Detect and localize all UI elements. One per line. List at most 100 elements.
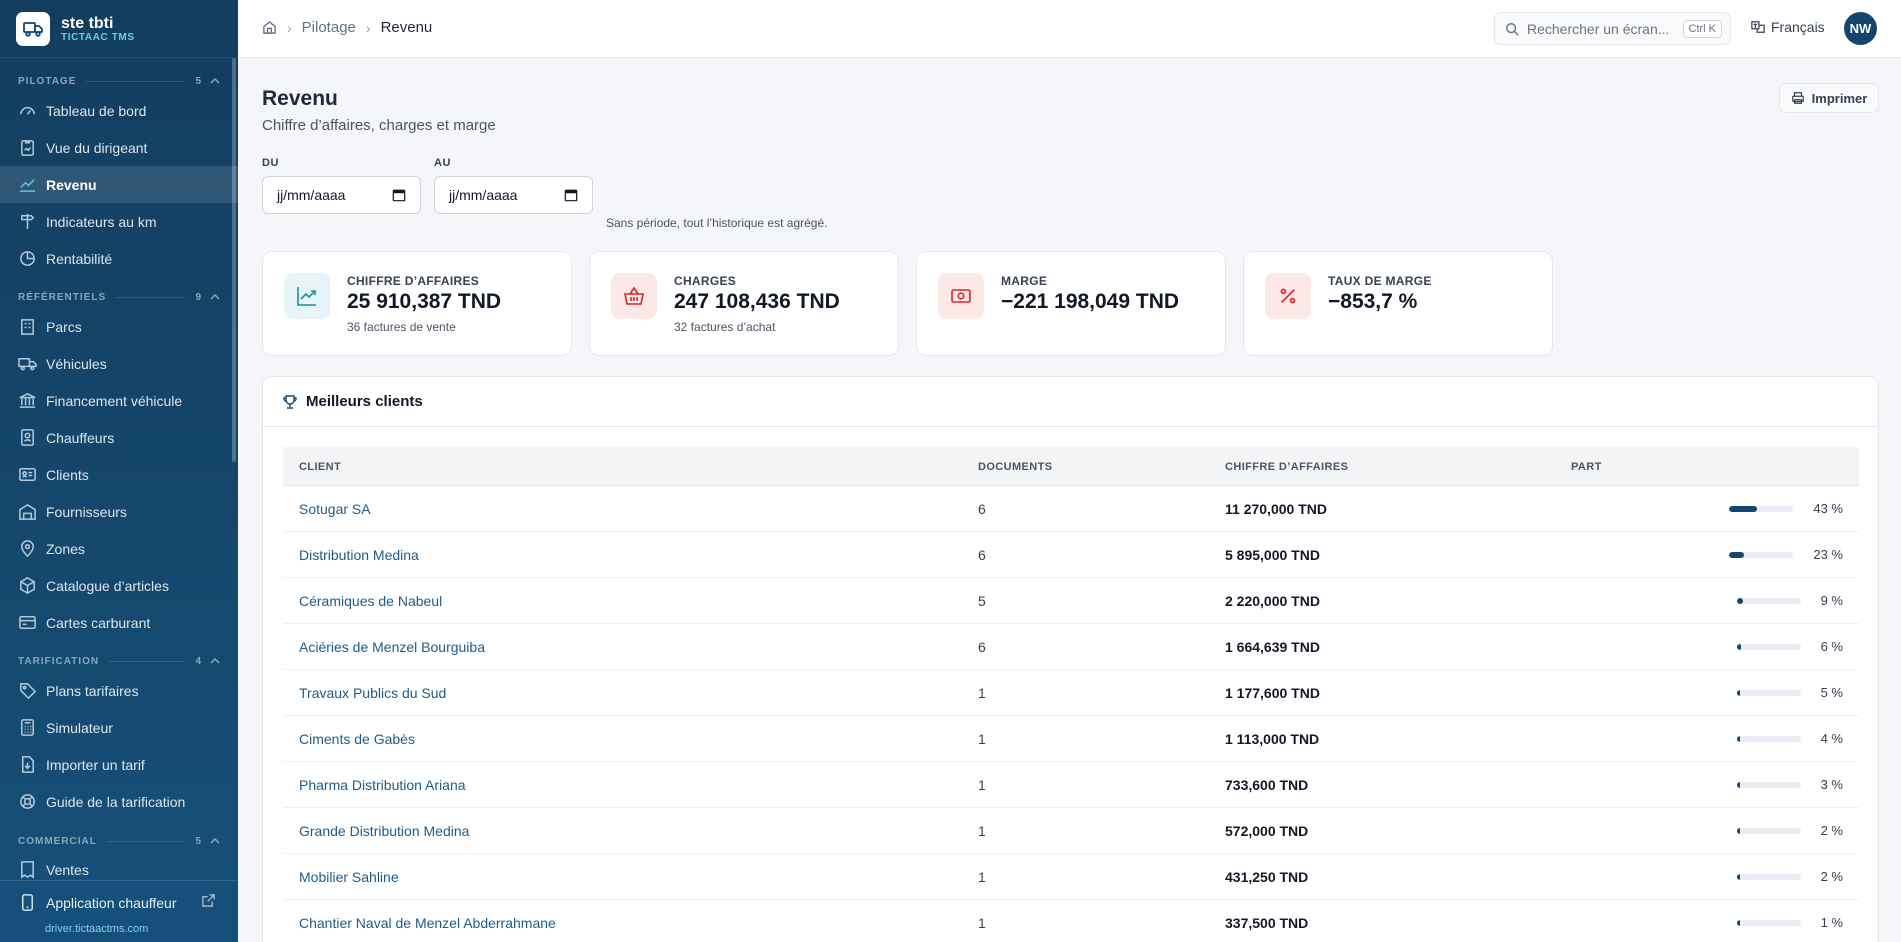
share-bar <box>1729 552 1793 558</box>
client-name-link[interactable]: Chantier Naval de Menzel Abderrahmane <box>299 915 556 931</box>
column-header-revenue[interactable]: CHIFFRE D’AFFAIRES <box>1225 461 1348 473</box>
date-from-value: jj/mm/aaaa <box>277 187 346 203</box>
brand-subtitle: TICTAAC TMS <box>61 31 135 43</box>
sidebar-item-financement-vehicule[interactable]: Financement véhicule <box>0 382 238 419</box>
share-bar <box>1729 506 1793 512</box>
client-name-link[interactable]: Travaux Publics du Sud <box>299 685 446 701</box>
sidebar-footer: Application chauffeur driver.tictaactms.… <box>0 880 238 942</box>
kpi-label: TAUX DE MARGE <box>1328 274 1432 288</box>
avatar[interactable]: NW <box>1844 12 1877 45</box>
sidebar-item-fournisseurs[interactable]: Fournisseurs <box>0 493 238 530</box>
sidebar-item-vehicules[interactable]: Véhicules <box>0 345 238 382</box>
date-to-input[interactable]: jj/mm/aaaa <box>434 176 593 214</box>
sidebar-item-cartes-carburant[interactable]: Cartes carburant <box>0 604 238 641</box>
language-switcher[interactable]: Français <box>1751 19 1825 35</box>
chart-up-icon <box>284 273 330 319</box>
kpi-value: 247 108,436 TND <box>674 290 840 313</box>
table-row[interactable]: Distribution Medina 6 5 895,000 TND 23 % <box>283 532 1859 578</box>
sidebar-item-clients[interactable]: Clients <box>0 456 238 493</box>
documents-count: 6 <box>978 639 986 655</box>
home-icon[interactable] <box>262 20 277 35</box>
share-bar-fill <box>1737 874 1740 880</box>
column-header-share[interactable]: PART <box>1571 461 1602 473</box>
chevron-up-icon <box>210 294 220 300</box>
basket-icon <box>611 273 657 319</box>
sidebar-item-importer-un-tarif[interactable]: Importer un tarif <box>0 746 238 783</box>
client-name-link[interactable]: Ciments de Gabès <box>299 731 415 747</box>
sidebar-item-catalogue-articles[interactable]: Catalogue d’articles <box>0 567 238 604</box>
client-name-link[interactable]: Aciéries de Menzel Bourguiba <box>299 639 485 655</box>
sidebar-item-indicateurs-au-km[interactable]: Indicateurs au km <box>0 203 238 240</box>
section-header[interactable]: COMMERCIAL 5 <box>0 830 238 852</box>
table-row[interactable]: Chantier Naval de Menzel Abderrahmane 1 33… <box>283 900 1859 942</box>
sidebar-item-tableau-de-bord[interactable]: Tableau de bord <box>0 92 238 129</box>
table-row[interactable]: Pharma Distribution Ariana 1 733,600 TND 3 … <box>283 762 1859 808</box>
documents-count: 1 <box>978 731 986 747</box>
table-row[interactable]: Céramiques de Nabeul 5 2 220,000 TND 9 % <box>283 578 1859 624</box>
sidebar-item-guide-de-la-tarification[interactable]: Guide de la tarification <box>0 783 238 820</box>
section-referentiels: RÉFÉRENTIELS 9 <box>0 286 238 308</box>
search-placeholder: Rechercher un écran... <box>1527 20 1670 37</box>
section-count: 5 <box>195 75 202 87</box>
section-header[interactable]: RÉFÉRENTIELS 9 <box>0 286 238 308</box>
table-row[interactable]: Mobilier Sahline 1 431,250 TND 2 % <box>283 854 1859 900</box>
page-subtitle: Chiffre d’affaires, charges et marge <box>262 117 496 134</box>
kpi-value: −221 198,049 TND <box>1001 290 1180 313</box>
sidebar-item-rentabilite[interactable]: Rentabilité <box>0 240 238 277</box>
calendar-icon[interactable] <box>564 188 578 202</box>
driver-app-link[interactable]: Application chauffeur <box>18 893 215 912</box>
table-row[interactable]: Grande Distribution Medina 1 572,000 TND 2 … <box>283 808 1859 854</box>
sidebar-item-label: Simulateur <box>46 719 113 736</box>
share-bar <box>1737 644 1801 650</box>
client-name-link[interactable]: Mobilier Sahline <box>299 869 399 885</box>
sidebar-item-simulateur[interactable]: Simulateur <box>0 709 238 746</box>
table-row[interactable]: Travaux Publics du Sud 1 1 177,600 TND 5 % <box>283 670 1859 716</box>
sidebar-item-label: Cartes carburant <box>46 614 151 631</box>
sidebar-item-vue-du-dirigeant[interactable]: Vue du dirigeant <box>0 129 238 166</box>
warehouse-icon <box>18 502 37 521</box>
building-icon <box>18 317 37 336</box>
table-row[interactable]: Ciments de Gabès 1 1 113,000 TND 4 % <box>283 716 1859 762</box>
column-header-client[interactable]: CLIENT <box>299 461 341 473</box>
documents-count: 1 <box>978 915 986 931</box>
brand[interactable]: ste tbti TICTAAC TMS <box>0 0 238 58</box>
sidebar-item-label: Tableau de bord <box>46 102 147 119</box>
client-name-link[interactable]: Sotugar SA <box>299 501 371 517</box>
client-name-link[interactable]: Céramiques de Nabeul <box>299 593 442 609</box>
calendar-icon[interactable] <box>392 188 406 202</box>
sidebar-item-plans-tarifaires[interactable]: Plans tarifaires <box>0 672 238 709</box>
documents-count: 1 <box>978 777 986 793</box>
column-header-documents[interactable]: DOCUMENTS <box>978 461 1053 473</box>
client-name-link[interactable]: Distribution Medina <box>299 547 419 563</box>
table-row[interactable]: Sotugar SA 6 11 270,000 TND 43 % <box>283 486 1859 532</box>
language-label: Français <box>1771 19 1825 35</box>
trending-up-icon <box>18 175 37 194</box>
table-row[interactable]: Aciéries de Menzel Bourguiba 6 1 664,639 T… <box>283 624 1859 670</box>
kpi-card-charges: CHARGES 247 108,436 TND 32 factures d’ac… <box>589 251 899 356</box>
map-pin-icon <box>18 539 37 558</box>
gauge-icon <box>18 101 37 120</box>
share-bar-fill <box>1737 920 1740 926</box>
section-header[interactable]: PILOTAGE 5 <box>0 70 238 92</box>
truck-logo-icon <box>16 11 50 46</box>
share-bar-fill <box>1737 828 1740 834</box>
sidebar-item-zones[interactable]: Zones <box>0 530 238 567</box>
client-name-link[interactable]: Pharma Distribution Ariana <box>299 777 466 793</box>
sidebar-item-revenu[interactable]: Revenu <box>0 166 238 203</box>
breadcrumb-pilotage[interactable]: Pilotage <box>302 19 356 36</box>
sidebar-item-parcs[interactable]: Parcs <box>0 308 238 345</box>
client-name-link[interactable]: Grande Distribution Medina <box>299 823 469 839</box>
search-button[interactable]: Rechercher un écran... Ctrl K <box>1494 12 1731 45</box>
driver-app-url[interactable]: driver.tictaactms.com <box>45 923 148 935</box>
date-from-input[interactable]: jj/mm/aaaa <box>262 176 421 214</box>
sidebar-item-label: Financement véhicule <box>46 392 183 409</box>
documents-count: 6 <box>978 501 986 517</box>
share-percent: 9 % <box>1820 593 1843 608</box>
smartphone-icon <box>18 893 37 912</box>
section-header[interactable]: TARIFICATION 4 <box>0 650 238 672</box>
chevron-up-icon <box>210 838 220 844</box>
share-percent: 6 % <box>1820 639 1843 654</box>
sidebar-item-chauffeurs[interactable]: Chauffeurs <box>0 419 238 456</box>
date-to-value: jj/mm/aaaa <box>449 187 518 203</box>
print-button[interactable]: Imprimer <box>1779 83 1879 113</box>
